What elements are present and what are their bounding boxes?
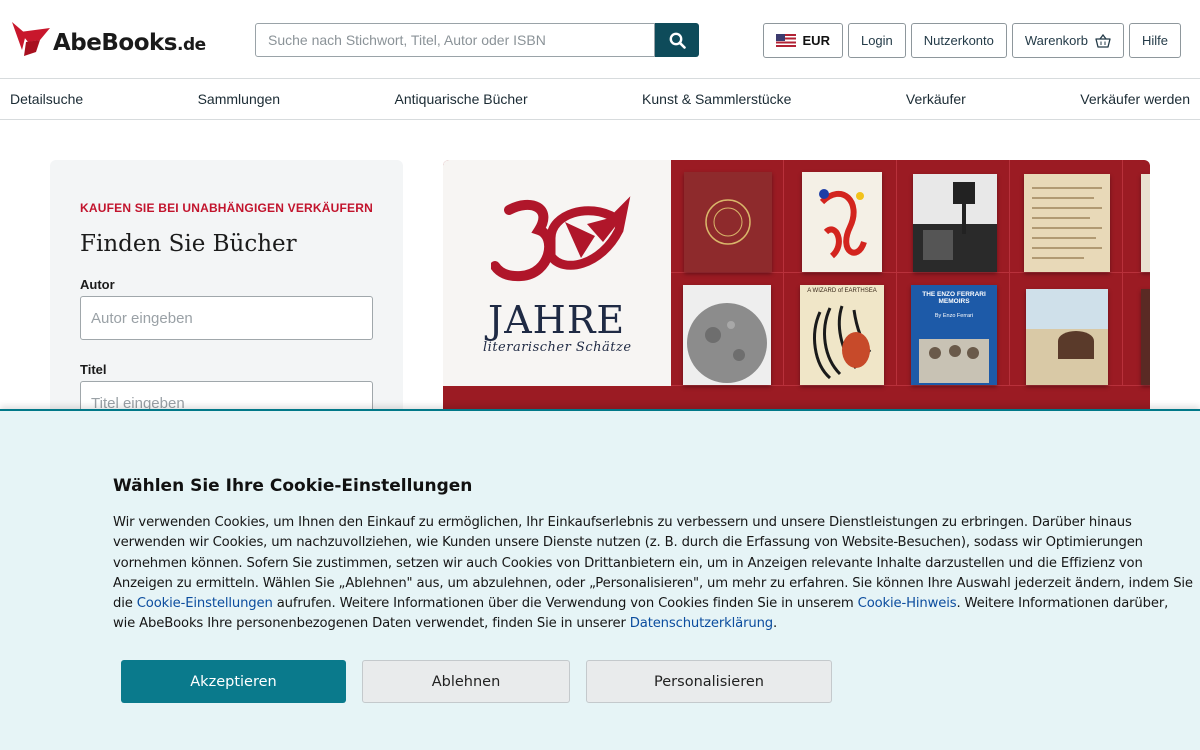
cart-button[interactable]: Warenkorb	[1011, 23, 1124, 58]
accept-cookies-button[interactable]: Akzeptieren	[121, 660, 346, 703]
grid-cell	[1010, 160, 1123, 273]
grid-cell	[1123, 273, 1150, 386]
grid-cell	[1010, 273, 1123, 386]
main-nav: Detailsuche Sammlungen Antiquarische Büc…	[0, 79, 1200, 120]
brand-name: AbeBooks	[53, 30, 177, 56]
search-bar	[255, 23, 699, 57]
cookie-text: Wir verwenden Cookies, um Ihnen den Eink…	[113, 513, 1193, 635]
finder-eyebrow: KAUFEN SIE BEI UNABHÄNGIGEN VERKÄUFERN	[80, 201, 373, 215]
grid-cell	[671, 160, 784, 273]
brand-tld: .de	[176, 35, 206, 55]
book-manuscript	[1024, 174, 1110, 272]
search-icon	[669, 32, 686, 49]
grid-cell: THE ENZO FERRARI MEMOIRS By Enzo Ferrari	[897, 273, 1010, 386]
header-actions: EUR Login Nutzerkonto Warenkorb Hilfe	[762, 23, 1181, 58]
book-title-ferrari: THE ENZO FERRARI MEMOIRS	[922, 291, 986, 305]
nav-item-verkaeufer-werden[interactable]: Verkäufer werden	[1080, 91, 1190, 107]
author-input[interactable]	[80, 296, 373, 340]
basket-icon	[1095, 33, 1111, 48]
book-photo-landscape	[1026, 289, 1108, 385]
cookie-text-part: .	[773, 616, 778, 632]
cookie-consent-banner: Wählen Sie Ihre Cookie-Einstellungen Wir…	[0, 409, 1200, 750]
book-cover	[684, 172, 772, 272]
search-button[interactable]	[655, 23, 699, 57]
anniversary-logo-area: JAHRE literarischer Schätze	[443, 160, 671, 386]
currency-label: EUR	[802, 33, 830, 48]
book-ferrari: THE ENZO FERRARI MEMOIRS By Enzo Ferrari	[911, 285, 997, 385]
grid-cell: A WIZARD of EARTHSEA	[784, 273, 897, 386]
site-header: AbeBooks.de EUR Login Nutzerkonto Warenk…	[0, 0, 1200, 79]
cookie-title: Wählen Sie Ihre Cookie-Einstellungen	[113, 476, 473, 496]
nav-item-detailsuche[interactable]: Detailsuche	[10, 91, 83, 107]
customize-cookies-button[interactable]: Personalisieren	[586, 660, 832, 703]
cookie-settings-link[interactable]: Cookie-Einstellungen	[137, 596, 273, 611]
grid-cell	[1123, 160, 1150, 273]
author-label: Autor	[80, 277, 115, 292]
help-button[interactable]: Hilfe	[1128, 23, 1181, 58]
nav-item-kunst-sammlerstuecke[interactable]: Kunst & Sammlerstücke	[642, 91, 791, 107]
nav-item-antiquarische-buecher[interactable]: Antiquarische Bücher	[395, 91, 528, 107]
abebooks-logo[interactable]: AbeBooks.de	[10, 20, 206, 58]
bird-logo-icon	[12, 22, 50, 56]
currency-button[interactable]: EUR	[762, 23, 843, 58]
cart-label: Warenkorb	[1024, 33, 1088, 48]
banner-headline: JAHRE	[488, 298, 626, 342]
us-flag-icon	[775, 34, 796, 47]
cookie-text-part: aufrufen. Weitere Informationen über die…	[272, 596, 858, 612]
book-grid: A WIZARD of EARTHSEA THE ENZO FERRARI ME…	[671, 160, 1150, 400]
cookie-notice-link[interactable]: Cookie-Hinweis	[858, 596, 957, 611]
book-cover	[1141, 174, 1150, 272]
book-photo	[913, 174, 997, 272]
book-cover	[1141, 289, 1150, 385]
nav-item-verkaeufer[interactable]: Verkäufer	[906, 91, 966, 107]
book-moon-atlas	[683, 285, 771, 385]
login-button[interactable]: Login	[847, 23, 906, 58]
search-input[interactable]	[255, 23, 655, 57]
privacy-policy-link[interactable]: Datenschutzerklärung	[630, 616, 773, 631]
grid-cell	[671, 273, 784, 386]
book-earthsea: A WIZARD of EARTHSEA	[800, 285, 884, 385]
banner-subline: literarischer Schätze	[483, 340, 632, 355]
grid-cell	[897, 160, 1010, 273]
finder-title: Finden Sie Bücher	[80, 231, 297, 257]
grid-cell	[784, 160, 897, 273]
account-button[interactable]: Nutzerkonto	[910, 23, 1007, 58]
title-label: Titel	[80, 362, 107, 377]
nav-item-sammlungen[interactable]: Sammlungen	[198, 91, 281, 107]
anniversary-30-logo	[491, 196, 631, 282]
book-cover	[802, 172, 882, 272]
decline-cookies-button[interactable]: Ablehnen	[362, 660, 570, 703]
